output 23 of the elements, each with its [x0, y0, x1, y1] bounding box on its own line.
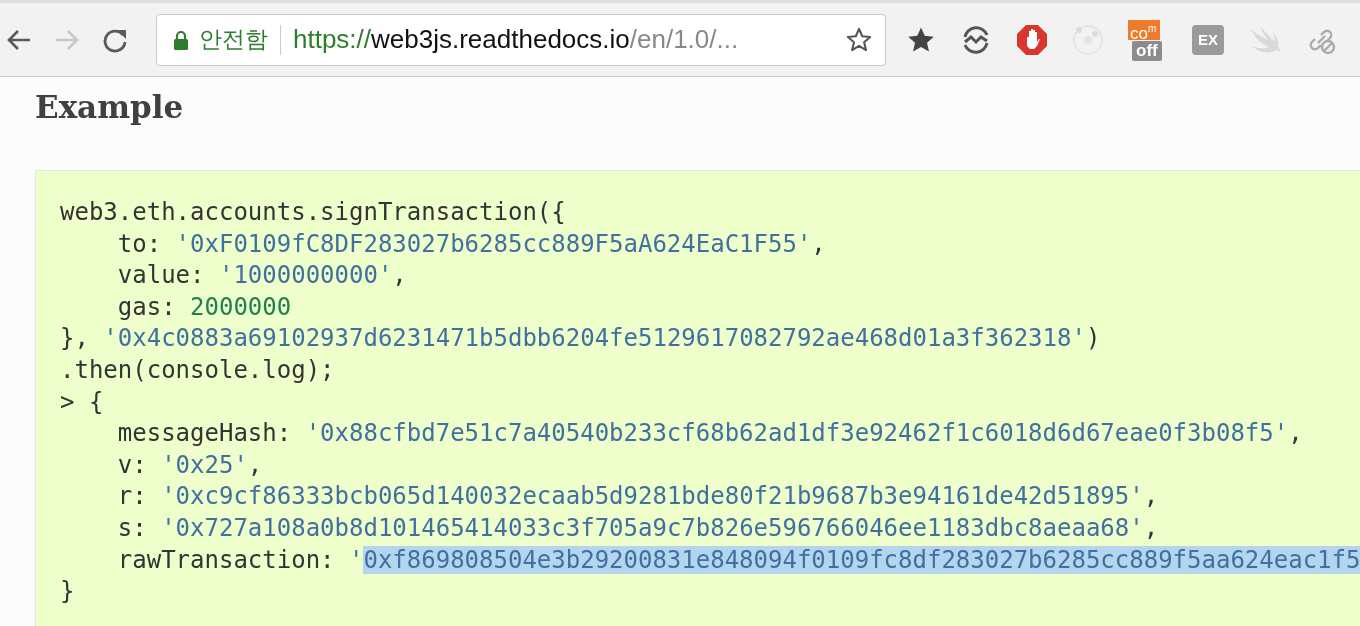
code-line: v: '0x25',: [116, 449, 263, 481]
code-line: r: '0xc9cf86333bcb065d140032ecaab5d9281bde80f21b9687b3e94161de42d51895',: [116, 481, 1159, 513]
code-line: }: [60, 576, 75, 608]
code-line: .then(console.log);: [60, 354, 335, 386]
extension-tile[interactable]: EX: [1192, 24, 1224, 55]
code-line: s: '0x727a108a0b8d101465414033c3f705a9c7b826e596766046ee1183dbc8aeaa68',: [116, 512, 1159, 544]
url-text: https://web3js.readthedocs.io/en/1.0/...: [293, 24, 740, 55]
code-line: messageHash: '0x88cfbd7e51c7a40540b233cf68b62ad1df3e92462f1c6018d6d67eae0f3b08f5',: [116, 418, 1303, 450]
code-line: }, '0x4c0883a69102937d6231471b5dbb6204fe5129617082792ae468d01a3f362318'): [60, 323, 1101, 355]
address-bar[interactable]: 안전함 https://web3js.readthedocs.io/en/1.0/...: [156, 13, 886, 66]
section-heading: Example: [35, 88, 185, 127]
security-label: 안전함: [199, 25, 268, 54]
hand-stop-icon[interactable]: [1016, 23, 1048, 56]
code-line: web3.eth.accounts.signTransaction({: [60, 197, 566, 228]
extension-logo[interactable]: co$^{m}$: [1128, 19, 1160, 40]
back-icon[interactable]: [6, 28, 32, 51]
lock-icon: [173, 29, 189, 50]
code-line: gas: 2000000: [116, 291, 292, 323]
bookmark-star-icon[interactable]: [845, 25, 873, 54]
code-line: value: '1000000000',: [116, 260, 407, 292]
off-badge: off: [1132, 40, 1162, 61]
code-line: > {: [60, 386, 104, 418]
code-line: to: '0xF0109fC8DF283027b6285cc889F5aA624EaC1F55',: [116, 228, 826, 260]
